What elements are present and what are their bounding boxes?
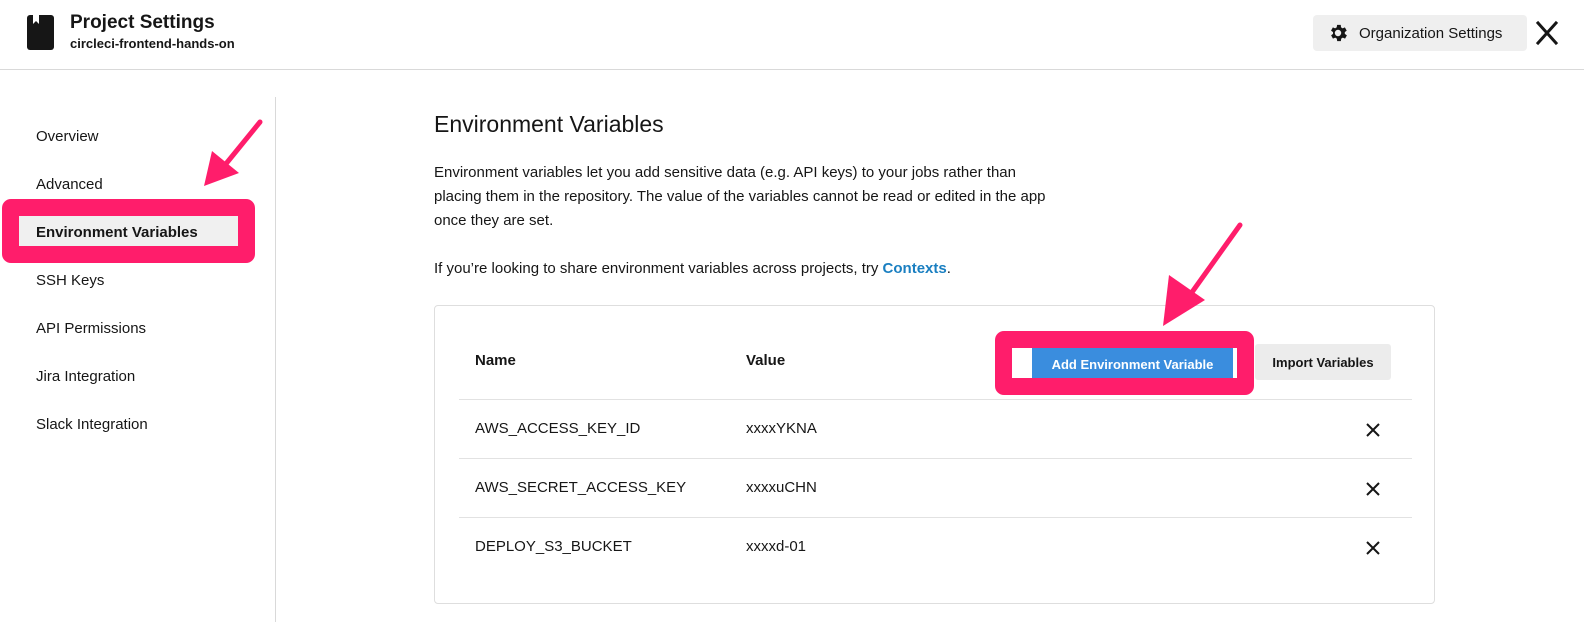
sidebar-item-environment-variables[interactable]: Environment Variables — [36, 224, 198, 241]
project-name: circleci-frontend-hands-on — [70, 36, 235, 51]
contexts-link[interactable]: Contexts — [883, 260, 947, 277]
contexts-hint-prefix: If you’re looking to share environment v… — [434, 260, 883, 277]
annotation-arrow-icon — [204, 119, 263, 186]
sidebar-item-jira-integration[interactable]: Jira Integration — [36, 368, 135, 385]
column-header-name: Name — [475, 352, 516, 369]
add-environment-variable-button[interactable]: Add Environment Variable — [1032, 348, 1233, 380]
variable-value: xxxxd-01 — [746, 538, 807, 555]
page-title: Project Settings — [70, 12, 215, 33]
sidebar-item-slack-integration[interactable]: Slack Integration — [36, 416, 148, 433]
close-icon[interactable] — [1535, 20, 1559, 46]
import-variables-button[interactable]: Import Variables — [1255, 344, 1391, 380]
column-header-value: Value — [746, 352, 786, 369]
project-book-icon — [27, 15, 54, 50]
table-row: AWS_ACCESS_KEY_ID xxxxYKNA — [459, 399, 1412, 458]
sidebar-item-ssh-keys[interactable]: SSH Keys — [36, 272, 104, 289]
contexts-hint: If you’re looking to share environment v… — [434, 257, 951, 281]
env-variables-panel: Name Value Add Environment Variable Impo… — [434, 305, 1435, 604]
variable-name: AWS_ACCESS_KEY_ID — [475, 420, 641, 437]
variable-name: AWS_SECRET_ACCESS_KEY — [475, 479, 687, 496]
sidebar-item-advanced[interactable]: Advanced — [36, 176, 103, 193]
organization-settings-button[interactable]: Organization Settings — [1313, 15, 1527, 51]
table-row: DEPLOY_S3_BUCKET xxxxd-01 — [459, 517, 1412, 576]
section-description: Environment variables let you add sensit… — [434, 164, 1046, 229]
sidebar-item-api-permissions[interactable]: API Permissions — [36, 320, 146, 337]
delete-x-icon[interactable] — [1365, 481, 1381, 497]
table-row: AWS_SECRET_ACCESS_KEY xxxxuCHN — [459, 458, 1412, 517]
contexts-hint-suffix: . — [946, 260, 951, 277]
delete-x-icon[interactable] — [1365, 540, 1381, 556]
sidebar-item-overview[interactable]: Overview — [36, 128, 99, 145]
variable-value: xxxxYKNA — [746, 420, 817, 437]
section-title: Environment Variables — [434, 111, 664, 137]
organization-settings-label: Organization Settings — [1359, 24, 1503, 42]
variable-name: DEPLOY_S3_BUCKET — [475, 538, 632, 555]
gear-icon — [1331, 24, 1347, 42]
variable-value: xxxxuCHN — [746, 479, 817, 496]
top-bar: Project Settings circleci-frontend-hands… — [0, 0, 1584, 70]
annotation-arrow-icon — [1163, 222, 1243, 326]
delete-x-icon[interactable] — [1365, 422, 1381, 438]
